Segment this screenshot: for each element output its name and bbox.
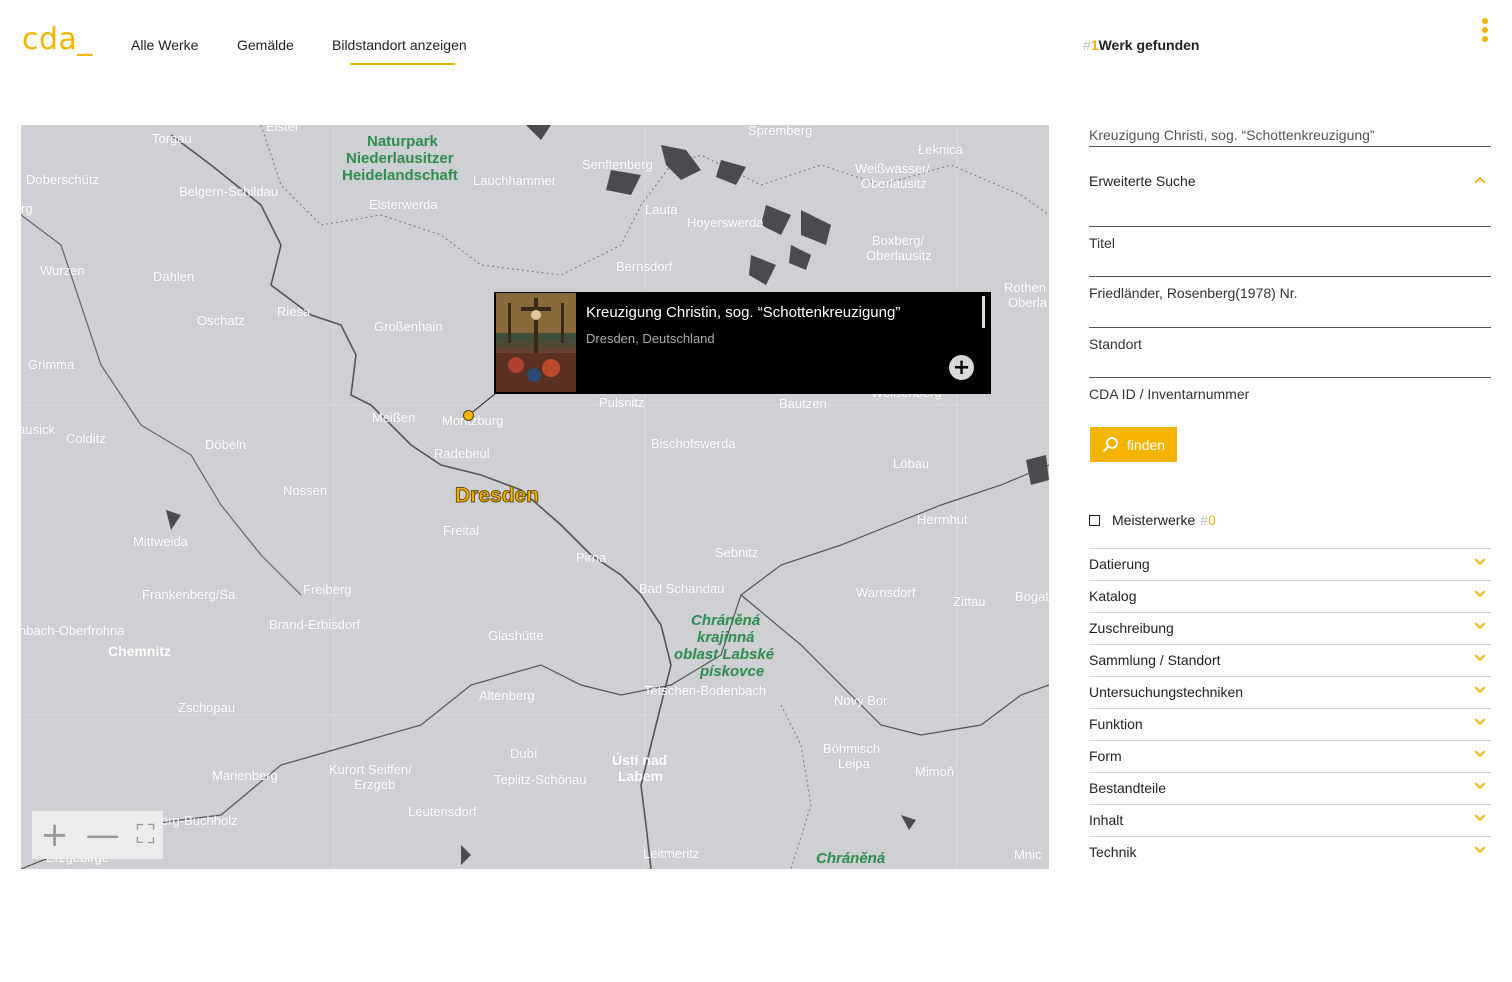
- nav-active-indicator: [350, 63, 455, 65]
- facet-label: Katalog: [1089, 588, 1137, 604]
- masterworks-checkbox[interactable]: [1089, 514, 1100, 526]
- chevron-down-icon: [1474, 782, 1486, 790]
- facet-label: Inhalt: [1089, 812, 1124, 828]
- facet-sammlung-standort[interactable]: Sammlung / Standort: [1089, 644, 1491, 676]
- result-count-number: 1: [1090, 37, 1099, 53]
- search-input[interactable]: Kreuzigung Christi, sog. “Schottenkreuzi…: [1089, 127, 1491, 147]
- title-field-label: Titel: [1089, 235, 1115, 251]
- facet-label: Funktion: [1089, 716, 1143, 732]
- chevron-down-icon: [1474, 718, 1486, 726]
- zoom-out-icon[interactable]: —: [86, 818, 120, 852]
- result-count-label: Werk gefunden: [1098, 37, 1200, 53]
- cda-id-field[interactable]: CDA ID / Inventarnummer: [1089, 377, 1491, 402]
- facet-label: Zuschreibung: [1089, 620, 1174, 636]
- masterworks-label: Meisterwerke: [1112, 512, 1196, 528]
- masterworks-hash: #: [1200, 512, 1209, 528]
- facet-untersuchungstechniken[interactable]: Untersuchungstechniken: [1089, 676, 1491, 708]
- chevron-down-icon: [1474, 846, 1486, 854]
- popup-add-icon[interactable]: +: [949, 355, 974, 380]
- popup-title[interactable]: Kreuzigung Christin, sog. “Schottenkreuz…: [586, 304, 900, 321]
- title-field[interactable]: Titel: [1089, 226, 1491, 251]
- facet-label: Sammlung / Standort: [1089, 652, 1221, 668]
- chevron-down-icon: [1474, 750, 1486, 758]
- map-controls: + — ⛶: [32, 811, 163, 859]
- facet-bestandteile[interactable]: Bestandteile: [1089, 772, 1491, 804]
- search-icon: [1102, 437, 1118, 453]
- facet-label: Datierung: [1089, 556, 1150, 572]
- artwork-thumbnail[interactable]: [496, 293, 576, 392]
- find-button-label: finden: [1126, 436, 1166, 453]
- chevron-down-icon: [1474, 654, 1486, 662]
- nav-bildstandort[interactable]: Bildstandort anzeigen: [332, 37, 467, 53]
- map-marker[interactable]: [463, 410, 474, 421]
- nav-gemaelde[interactable]: Gemälde: [237, 37, 294, 53]
- nav-alle-werke[interactable]: Alle Werke: [131, 37, 198, 53]
- map-popup[interactable]: Kreuzigung Christin, sog. “Schottenkreuz…: [494, 292, 991, 394]
- facet-label: Technik: [1089, 844, 1137, 860]
- facet-form[interactable]: Form: [1089, 740, 1491, 772]
- map[interactable]: Torgau Elster Spremberg Łeknica Dobersch…: [21, 125, 1049, 869]
- facet-label: Untersuchungstechniken: [1089, 684, 1244, 700]
- chevron-up-icon: [1474, 176, 1486, 184]
- facet-katalog[interactable]: Katalog: [1089, 580, 1491, 612]
- masterworks-filter[interactable]: Meisterwerke #0: [1089, 512, 1216, 528]
- location-field-label: Standort: [1089, 336, 1142, 352]
- friedlaender-field-label: Friedländer, Rosenberg(1978) Nr.: [1089, 285, 1298, 301]
- kebab-menu-icon[interactable]: [1481, 18, 1489, 42]
- cda-id-field-label: CDA ID / Inventarnummer: [1089, 386, 1250, 402]
- facet-funktion[interactable]: Funktion: [1089, 708, 1491, 740]
- popup-connector: [468, 392, 497, 416]
- result-count-hash: #: [1083, 37, 1091, 53]
- logo[interactable]: cda_: [22, 22, 93, 57]
- advanced-search-label: Erweiterte Suche: [1089, 173, 1196, 189]
- chevron-down-icon: [1474, 814, 1486, 822]
- location-field[interactable]: Standort: [1089, 327, 1491, 352]
- popup-place: Dresden, Deutschland: [586, 331, 715, 346]
- find-button[interactable]: finden: [1090, 427, 1177, 462]
- facet-inhalt[interactable]: Inhalt: [1089, 804, 1491, 836]
- facet-technik[interactable]: Technik: [1089, 836, 1491, 868]
- facet-datierung[interactable]: Datierung: [1089, 548, 1491, 580]
- masterworks-count: 0: [1208, 512, 1216, 528]
- facet-label: Bestandteile: [1089, 780, 1167, 796]
- facet-list: Datierung Katalog Zuschreibung Sammlung …: [1089, 548, 1491, 868]
- advanced-search-toggle[interactable]: Erweiterte Suche: [1089, 173, 1491, 189]
- popup-scrollbar[interactable]: [982, 296, 985, 328]
- chevron-down-icon: [1474, 558, 1486, 566]
- fullscreen-icon[interactable]: ⛶: [136, 818, 154, 852]
- zoom-in-icon[interactable]: +: [40, 818, 69, 852]
- chevron-down-icon: [1474, 686, 1486, 694]
- facet-zuschreibung[interactable]: Zuschreibung: [1089, 612, 1491, 644]
- friedlaender-field[interactable]: Friedländer, Rosenberg(1978) Nr.: [1089, 276, 1491, 301]
- chevron-down-icon: [1474, 590, 1486, 598]
- result-count: #1Werk gefunden: [1083, 37, 1199, 53]
- facet-label: Form: [1089, 748, 1122, 764]
- chevron-down-icon: [1474, 622, 1486, 630]
- artwork-image: [496, 293, 576, 392]
